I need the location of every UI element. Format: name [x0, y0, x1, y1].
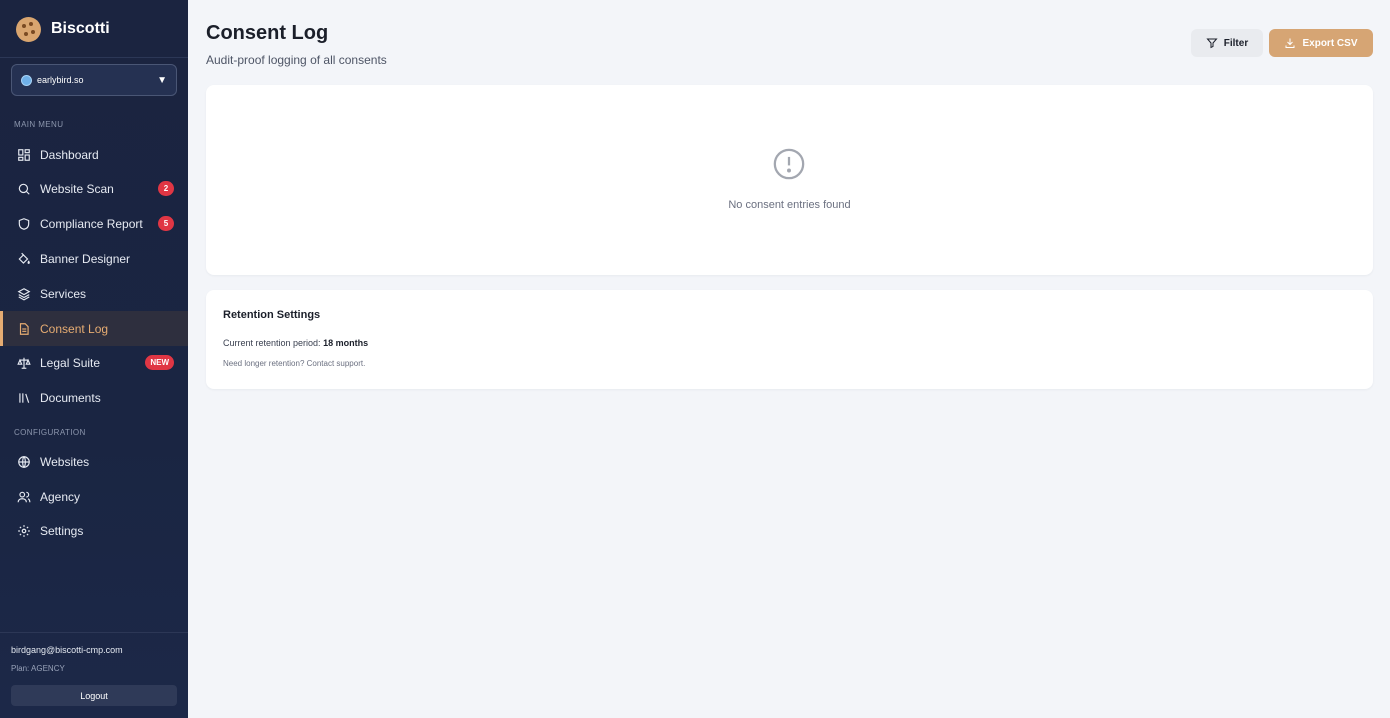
retention-settings-title: Retention Settings [223, 309, 321, 321]
shield-icon [18, 217, 30, 230]
users-icon [17, 491, 31, 502]
sidebar-item-agency[interactable]: Agency [0, 479, 188, 514]
brand-name: Biscotti [51, 20, 110, 37]
page-title: Consent Log [206, 22, 329, 44]
divider [0, 632, 188, 633]
sidebar-item-website-scan[interactable]: Website Scan 2 [0, 171, 188, 206]
layers-icon [17, 287, 31, 301]
scales-icon [17, 357, 31, 369]
dashboard-grid-icon [18, 148, 30, 161]
empty-state-message: No consent entries found [728, 199, 851, 211]
download-icon [1285, 38, 1295, 48]
cookie-logo-icon [16, 16, 41, 42]
sidebar-item-label: Consent Log [40, 321, 109, 336]
export-csv-button[interactable]: Export CSV [1269, 29, 1373, 57]
globe-icon [21, 74, 32, 86]
retention-period-value: 18 months [323, 338, 369, 348]
retention-note: Need longer retention? Contact support. [223, 359, 366, 368]
sidebar-item-legal-suite[interactable]: Legal Suite NEW [0, 345, 188, 380]
export-csv-button-label: Export CSV [1302, 37, 1358, 49]
document-icon [19, 322, 29, 335]
retention-period-label: Current retention period: [223, 338, 324, 348]
sidebar-item-banner-designer[interactable]: Banner Designer [0, 241, 188, 276]
sidebar-item-label: Settings [40, 523, 84, 538]
website-selector[interactable]: earlybird.so ▼ [11, 64, 177, 96]
page-subtitle: Audit-proof logging of all consents [206, 53, 387, 67]
new-badge: NEW [145, 355, 174, 370]
brand[interactable]: Biscotti [16, 16, 110, 42]
website-selector-value: earlybird.so [37, 75, 84, 85]
sidebar: Biscotti earlybird.so ▼ MAIN MENU Dashbo… [0, 0, 188, 718]
filter-button[interactable]: Filter [1191, 29, 1263, 57]
sidebar-item-label: Dashboard [40, 147, 99, 162]
sidebar-item-label: Documents [40, 390, 101, 405]
sidebar-item-label: Services [40, 286, 87, 301]
divider [0, 57, 188, 58]
filter-icon [1206, 38, 1218, 49]
user-email: birdgang@biscotti-cmp.com [11, 645, 123, 655]
sidebar-item-websites[interactable]: Websites [0, 444, 188, 479]
globe-icon [18, 455, 30, 468]
sidebar-item-compliance-report[interactable]: Compliance Report 5 [0, 206, 188, 241]
gear-icon [18, 524, 30, 537]
retention-period: Current retention period: 18 months [223, 338, 368, 348]
caret-down-icon: ▼ [157, 74, 167, 86]
search-icon [18, 183, 30, 195]
count-badge: 2 [158, 181, 174, 196]
section-label-configuration: CONFIGURATION [14, 428, 86, 437]
paint-bucket-icon [18, 252, 30, 264]
library-icon [19, 392, 30, 403]
alert-circle-icon [773, 148, 805, 180]
sidebar-item-services[interactable]: Services [0, 276, 188, 311]
logout-button[interactable]: Logout [11, 685, 177, 706]
filter-button-label: Filter [1223, 37, 1249, 49]
sidebar-item-consent-log[interactable]: Consent Log [0, 311, 188, 346]
sidebar-item-label: Websites [40, 454, 90, 469]
sidebar-item-label: Agency [40, 489, 81, 504]
user-plan: Plan: AGENCY [11, 664, 65, 673]
sidebar-item-documents[interactable]: Documents [0, 380, 188, 415]
sidebar-item-label: Banner Designer [40, 251, 131, 266]
consent-log-table-empty: No consent entries found [206, 85, 1373, 275]
retention-settings-card: Retention Settings Current retention per… [206, 290, 1373, 389]
sidebar-item-dashboard[interactable]: Dashboard [0, 137, 188, 172]
sidebar-item-settings[interactable]: Settings [0, 513, 188, 548]
count-badge: 5 [158, 216, 174, 231]
section-label-main-menu: MAIN MENU [14, 120, 64, 129]
